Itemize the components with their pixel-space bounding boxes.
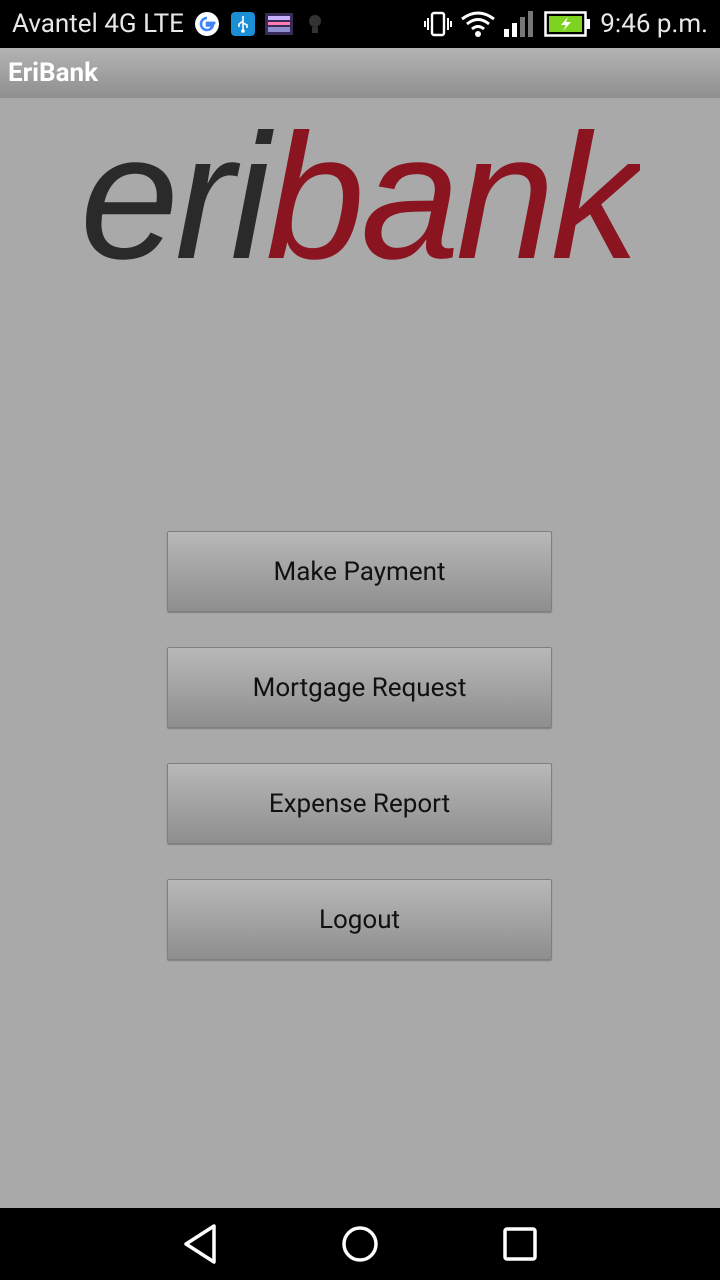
home-icon[interactable]: [335, 1208, 385, 1280]
battery-charging-icon: [544, 11, 590, 37]
wifi-icon: [461, 11, 495, 37]
back-icon[interactable]: [176, 1208, 226, 1280]
expense-report-button[interactable]: Expense Report: [167, 763, 552, 844]
carrier-label: Avantel 4G LTE: [12, 9, 184, 39]
bulb-icon: [309, 15, 321, 33]
eribank-logo: eribank: [80, 118, 640, 278]
signal-icon: [504, 11, 533, 37]
vibrate-icon: [424, 11, 452, 37]
make-payment-button[interactable]: Make Payment: [167, 531, 552, 612]
clock: 9:46 p.m.: [600, 9, 708, 39]
navigation-bar: [0, 1208, 720, 1280]
usb-icon: [231, 12, 255, 36]
app-title: EriBank: [8, 58, 98, 88]
make-payment-label: Make Payment: [273, 556, 446, 587]
logo-part-eri: eri: [80, 118, 274, 278]
status-bar: Avantel 4G LTE 9:46 p.m.: [0, 0, 720, 48]
app-notification-icon: [265, 13, 293, 35]
mortgage-request-label: Mortgage Request: [252, 672, 467, 703]
google-icon: [195, 12, 219, 36]
logo-part-bank: bank: [266, 118, 640, 278]
mortgage-request-button[interactable]: Mortgage Request: [167, 647, 552, 728]
svg-text:eribank: eribank: [80, 118, 640, 278]
logout-label: Logout: [318, 904, 401, 935]
expense-report-label: Expense Report: [268, 788, 451, 819]
recents-icon[interactable]: [495, 1208, 545, 1280]
logout-button[interactable]: Logout: [167, 879, 552, 960]
action-bar: EriBank: [0, 48, 720, 98]
